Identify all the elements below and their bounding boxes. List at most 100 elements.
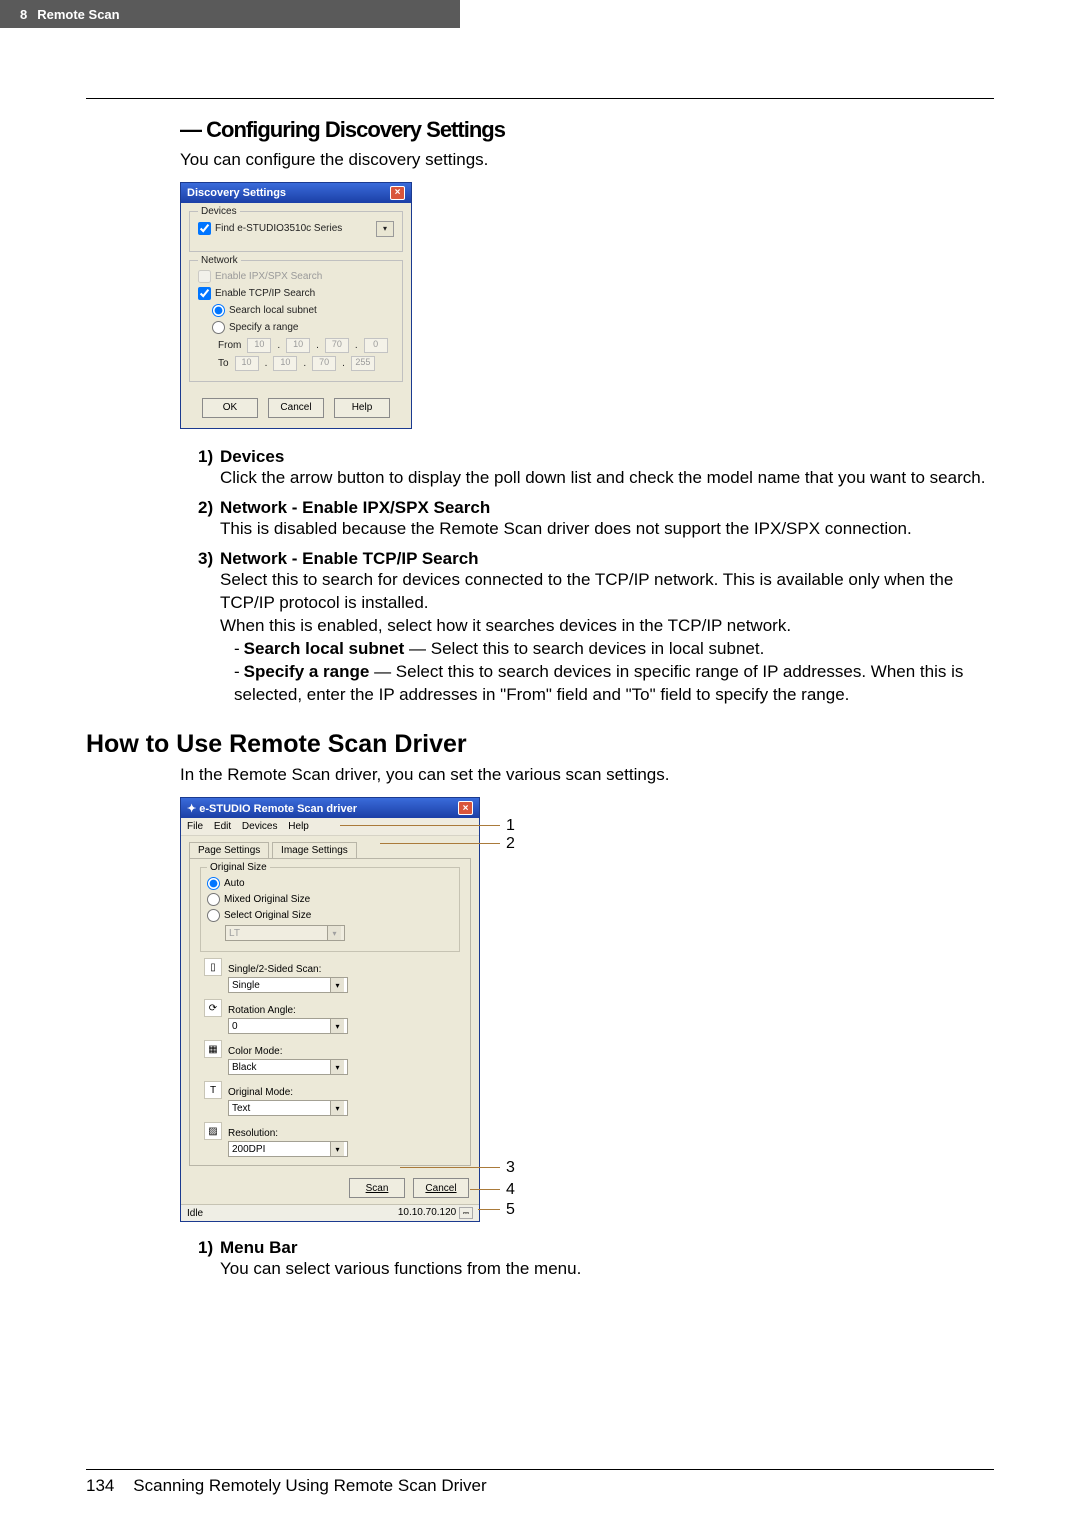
menu-help[interactable]: Help <box>288 821 309 832</box>
local-subnet-radio[interactable] <box>212 304 225 317</box>
resolution-icon: ▨ <box>204 1122 222 1140</box>
color-select[interactable]: Black▾ <box>228 1059 348 1075</box>
dialog-titlebar: Discovery Settings × <box>181 183 411 203</box>
item1-head: Devices <box>220 447 284 466</box>
tcp-checkbox[interactable] <box>198 287 211 300</box>
scan-button[interactable]: Scan <box>349 1178 405 1198</box>
mode-icon: T <box>204 1081 222 1099</box>
callout-line <box>380 843 500 844</box>
find-checkbox[interactable] <box>198 222 211 235</box>
callout-4: 4 <box>506 1181 515 1199</box>
item2-head: Network - Enable IPX/SPX Search <box>220 498 490 517</box>
menu-bar: File Edit Devices Help <box>181 818 479 836</box>
chevron-down-icon: ▾ <box>327 926 341 940</box>
ipx-checkbox <box>198 270 211 283</box>
origmode-label: Original Mode: <box>228 1087 348 1098</box>
origmode-select[interactable]: Text▾ <box>228 1100 348 1116</box>
from-ip-3[interactable]: 70 <box>325 338 349 353</box>
cancel-button[interactable]: Cancel <box>413 1178 469 1198</box>
auto-label: Auto <box>224 878 245 889</box>
item3-head: Network - Enable TCP/IP Search <box>220 549 479 568</box>
callout-1: 1 <box>506 817 515 835</box>
menu-file[interactable]: File <box>187 821 203 832</box>
footer-title: Scanning Remotely Using Remote Scan Driv… <box>133 1476 486 1495</box>
mixed-label: Mixed Original Size <box>224 894 310 905</box>
item3-body2: When this is enabled, select how it sear… <box>198 615 994 638</box>
item1-body: Click the arrow button to display the po… <box>198 467 994 490</box>
select-size-radio[interactable] <box>207 909 220 922</box>
scan-dialog-title: e-STUDIO Remote Scan driver <box>199 803 357 815</box>
resolution-select[interactable]: 200DPI▾ <box>228 1141 348 1157</box>
chevron-down-icon: ▾ <box>330 1019 344 1033</box>
rotation-select[interactable]: 0▾ <box>228 1018 348 1034</box>
specify-range-label: Specify a range <box>229 322 299 333</box>
to-ip-4[interactable]: 255 <box>351 356 375 371</box>
devices-group-label: Devices <box>198 206 240 217</box>
rotate-icon: ⟳ <box>204 999 222 1017</box>
page-icon: ▯ <box>204 958 222 976</box>
specify-range-radio[interactable] <box>212 321 225 334</box>
ok-button[interactable]: OK <box>202 398 258 418</box>
plug-icon: ⎓ <box>459 1207 473 1219</box>
section-heading: — Configuring Discovery Settings <box>180 117 994 143</box>
callout-line <box>478 1209 500 1210</box>
item3-body1: Select this to search for devices connec… <box>198 569 994 615</box>
discovery-dialog: Discovery Settings × Devices Find e-STUD… <box>180 182 412 429</box>
find-label: Find e-STUDIO3510c Series <box>215 223 342 234</box>
callout-5: 5 <box>506 1201 515 1219</box>
single-select[interactable]: Single▾ <box>228 977 348 993</box>
menu-edit[interactable]: Edit <box>214 821 231 832</box>
chevron-down-icon: ▾ <box>330 1101 344 1115</box>
color-label: Color Mode: <box>228 1046 348 1057</box>
from-ip-4[interactable]: 0 <box>364 338 388 353</box>
mixed-radio[interactable] <box>207 893 220 906</box>
callout-3: 3 <box>506 1159 515 1177</box>
tab-image-settings[interactable]: Image Settings <box>272 842 357 858</box>
color-icon: ▦ <box>204 1040 222 1058</box>
tab-page-settings[interactable]: Page Settings <box>189 842 269 858</box>
page-footer: 134 Scanning Remotely Using Remote Scan … <box>86 1469 994 1496</box>
to-ip-2[interactable]: 10 <box>273 356 297 371</box>
size-select[interactable]: LT▾ <box>225 925 345 941</box>
item2-body: This is disabled because the Remote Scan… <box>198 518 994 541</box>
to-label: To <box>218 358 229 369</box>
auto-radio[interactable] <box>207 877 220 890</box>
help-button[interactable]: Help <box>334 398 390 418</box>
to-ip-1[interactable]: 10 <box>235 356 259 371</box>
chevron-down-icon: ▾ <box>330 1142 344 1156</box>
ipx-label: Enable IPX/SPX Search <box>215 271 322 282</box>
resolution-label: Resolution: <box>228 1128 348 1139</box>
select-size-label: Select Original Size <box>224 910 311 921</box>
local-subnet-label: Search local subnet <box>229 305 317 316</box>
original-size-label: Original Size <box>207 862 270 873</box>
page-number: 134 <box>86 1476 114 1495</box>
chevron-down-icon: ▾ <box>330 1060 344 1074</box>
menubar-item-head: Menu Bar <box>220 1238 297 1257</box>
from-ip-1[interactable]: 10 <box>247 338 271 353</box>
network-group-label: Network <box>198 255 241 266</box>
status-idle: Idle <box>187 1208 203 1219</box>
howto-intro: In the Remote Scan driver, you can set t… <box>180 765 994 785</box>
status-ip: 10.10.70.120 <box>398 1207 456 1218</box>
device-dropdown-icon[interactable]: ▾ <box>376 221 394 237</box>
from-ip-2[interactable]: 10 <box>286 338 310 353</box>
sub1-text: — Select this to search devices in local… <box>404 639 764 658</box>
sub1-bold: Search local subnet <box>244 639 405 658</box>
sub2-bold: Specify a range <box>244 662 370 681</box>
callout-2: 2 <box>506 835 515 853</box>
rotation-label: Rotation Angle: <box>228 1005 348 1016</box>
callout-line <box>340 825 500 826</box>
single-label: Single/2-Sided Scan: <box>228 964 348 975</box>
to-ip-3[interactable]: 70 <box>312 356 336 371</box>
chapter-title: Remote Scan <box>37 7 119 22</box>
cancel-button[interactable]: Cancel <box>268 398 324 418</box>
menu-devices[interactable]: Devices <box>242 821 278 832</box>
from-label: From <box>218 340 241 351</box>
howto-heading: How to Use Remote Scan Driver <box>86 730 994 759</box>
chapter-number: 8 <box>20 7 27 22</box>
close-icon[interactable]: × <box>390 186 405 200</box>
dialog-title: Discovery Settings <box>187 187 286 199</box>
scan-dialog-titlebar: ✦ e-STUDIO Remote Scan driver × <box>181 798 479 818</box>
close-icon[interactable]: × <box>458 801 473 815</box>
callout-line <box>400 1167 500 1168</box>
